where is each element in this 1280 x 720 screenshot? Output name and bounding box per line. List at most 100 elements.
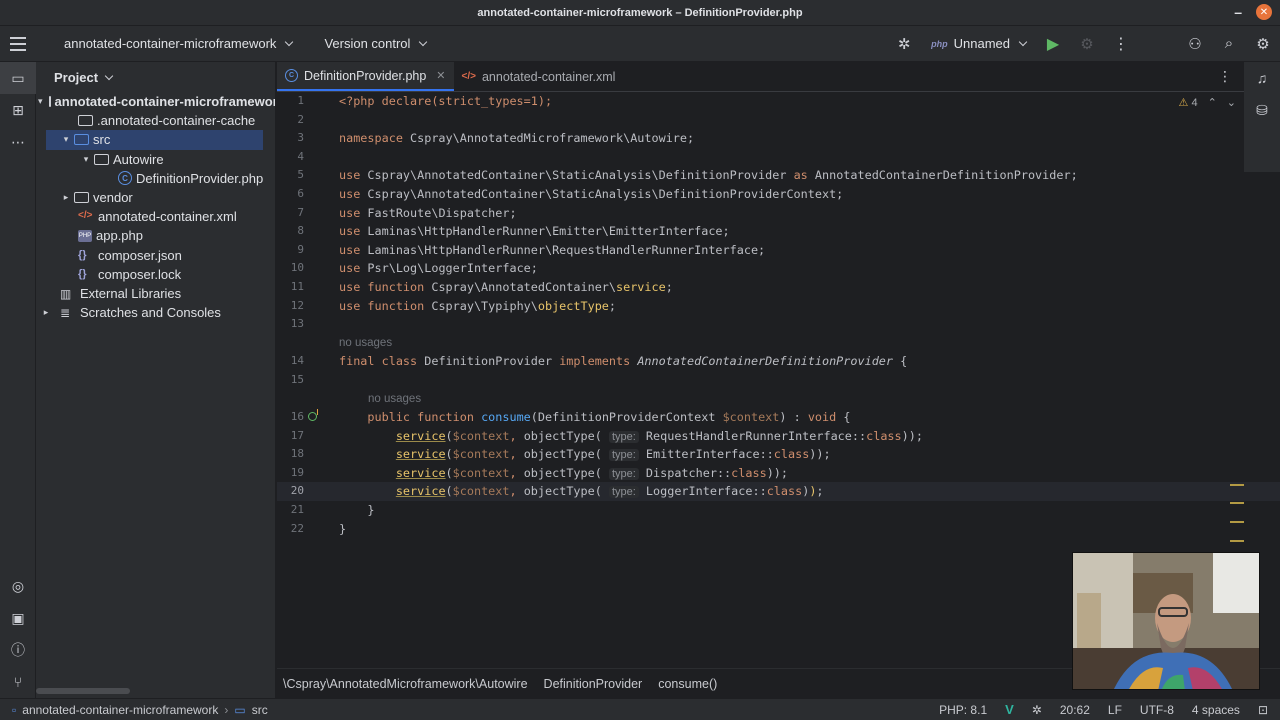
vim-logo-icon[interactable]: V: [1005, 702, 1014, 717]
breadcrumb-namespace[interactable]: \Cspray\AnnotatedMicroframework\Autowire: [283, 677, 528, 691]
php-class-icon: C: [285, 69, 298, 82]
code-token: $context: [452, 484, 510, 499]
project-folder-icon[interactable]: ▭: [0, 62, 36, 94]
indent-settings[interactable]: 4 spaces: [1192, 703, 1240, 717]
code-token: as: [793, 168, 808, 183]
file-encoding[interactable]: UTF-8: [1140, 703, 1174, 717]
code-text: }: [339, 520, 346, 539]
settings-gear-icon[interactable]: ⚙: [1246, 26, 1280, 62]
scrollbar-marker[interactable]: [1230, 502, 1244, 504]
tab-annotated-container-xml[interactable]: </> annotated-container.xml: [454, 62, 624, 91]
more-actions-icon[interactable]: ⋮: [1104, 26, 1138, 62]
lock-icon[interactable]: ⊡: [1258, 703, 1268, 717]
tree-item-src[interactable]: ▾ src: [46, 130, 263, 150]
project-panel-header[interactable]: Project: [36, 62, 275, 92]
tree-item-project-root[interactable]: ▾ annotated-container-microframework: [36, 92, 275, 111]
code-text: use function Cspray\Typiphy\objectType;: [339, 297, 616, 316]
tree-item-external-libraries[interactable]: ▥ External Libraries: [36, 284, 275, 303]
code-line: 7 use FastRoute\Dispatcher;: [277, 204, 1280, 223]
close-tab-icon[interactable]: ✕: [436, 69, 445, 82]
services-icon[interactable]: ◎: [0, 570, 36, 602]
code-token: use: [339, 224, 361, 239]
tree-item-scratches[interactable]: ▸ ≣ Scratches and Consoles: [36, 303, 275, 322]
tree-item-definition-provider[interactable]: C DefinitionProvider.php: [36, 169, 275, 188]
chevron-down-icon: [1018, 37, 1028, 47]
database-icon[interactable]: ⛁: [1244, 94, 1280, 126]
project-horizontal-scrollbar[interactable]: [36, 688, 130, 694]
folder-icon: [78, 115, 93, 127]
no-usages-hint[interactable]: no usages: [368, 390, 421, 409]
line-separator[interactable]: LF: [1108, 703, 1122, 717]
code-line: 8 use Laminas\HttpHandlerRunner\Emitter\E…: [277, 222, 1280, 241]
line-number: 2: [297, 112, 304, 126]
code-text: }: [339, 501, 374, 520]
git-icon[interactable]: ⑂: [0, 666, 36, 698]
close-window-icon[interactable]: ✕: [1256, 4, 1272, 20]
debug-icon[interactable]: ⚙: [1070, 26, 1104, 62]
tab-definition-provider[interactable]: C DefinitionProvider.php ✕: [277, 62, 454, 91]
status-folder[interactable]: src: [252, 703, 268, 717]
code-lines: 1 <?php declare(strict_types=1); 2 3 names…: [277, 92, 1280, 538]
code-token: {: [836, 410, 851, 425]
line-number: 18: [290, 447, 304, 461]
expand-arrow-icon[interactable]: ▸: [38, 307, 54, 318]
expand-arrow-icon[interactable]: ▾: [58, 134, 74, 145]
code-line: 3 namespace Cspray\AnnotatedMicroframewor…: [277, 129, 1280, 148]
tree-item-cache[interactable]: .annotated-container-cache: [36, 111, 275, 130]
project-switcher[interactable]: annotated-container-microframework: [36, 36, 302, 51]
terminal-icon[interactable]: ▣: [0, 602, 36, 634]
breadcrumb-class[interactable]: DefinitionProvider: [544, 677, 643, 691]
project-panel: Project ▾ annotated-container-microframe…: [36, 62, 276, 698]
git-widget-icon[interactable]: ✲: [1032, 703, 1042, 717]
structure-icon[interactable]: ⊞: [0, 94, 36, 126]
tabs-menu-icon[interactable]: ⋮: [1218, 68, 1232, 85]
line-number: 6: [297, 186, 304, 200]
tree-item-label: composer.lock: [98, 266, 182, 282]
search-icon[interactable]: ⌕: [1212, 26, 1246, 62]
chevron-down-icon: [285, 37, 294, 47]
chevron-down-icon: [419, 37, 428, 47]
php-class-icon: C: [118, 171, 132, 186]
line-number: 12: [290, 298, 304, 312]
run-config-selector[interactable]: php Unnamed: [921, 36, 1036, 51]
php-version[interactable]: PHP: 8.1: [939, 703, 987, 717]
add-user-icon[interactable]: ⚇: [1178, 26, 1212, 62]
code-token: Dispatcher: [645, 465, 717, 480]
vcs-label: Version control: [324, 36, 411, 51]
vcs-widget[interactable]: Version control: [302, 36, 436, 51]
scrollbar-marker[interactable]: [1230, 484, 1244, 486]
main-menu-icon[interactable]: [0, 26, 36, 62]
tree-item-vendor[interactable]: ▸ vendor: [36, 188, 275, 207]
code-line: 1 <?php declare(strict_types=1);: [277, 92, 1280, 111]
problems-icon[interactable]: ⓘ: [0, 634, 36, 666]
code-token: Cspray\AnnotatedMicroframework\Autowire;: [402, 131, 695, 146]
tree-item-composer-json[interactable]: {} composer.json: [36, 246, 275, 265]
minimize-icon[interactable]: –: [1234, 5, 1242, 19]
scrollbar-marker[interactable]: [1230, 540, 1244, 542]
project-tree: ▾ annotated-container-microframework .an…: [36, 92, 275, 322]
tree-item-autowire[interactable]: ▾ Autowire: [36, 150, 275, 169]
tree-item-xml[interactable]: </> annotated-container.xml: [36, 207, 275, 226]
expand-arrow-icon[interactable]: ▾: [38, 96, 43, 107]
code-token: consume: [473, 410, 531, 425]
expand-arrow-icon[interactable]: ▸: [58, 192, 74, 203]
cursor-position[interactable]: 20:62: [1060, 703, 1090, 717]
breadcrumb-method[interactable]: consume(): [658, 677, 717, 691]
code-token: service: [395, 447, 446, 462]
notifications-bell-icon[interactable]: ♫: [1244, 62, 1280, 94]
usage-hint-line: no usages: [277, 334, 1280, 353]
tree-item-composer-lock[interactable]: {} composer.lock: [36, 265, 275, 284]
tree-item-label: Scratches and Consoles: [80, 305, 221, 321]
more-tools-icon[interactable]: ⋯: [0, 126, 36, 158]
scrollbar-marker[interactable]: [1230, 521, 1244, 523]
tree-item-label: app.php: [96, 228, 143, 244]
implements-method-icon[interactable]: [308, 409, 318, 422]
code-line-current: 20 service($context, objectType( type: L…: [277, 482, 1280, 502]
status-project[interactable]: annotated-container-microframework: [22, 703, 218, 717]
no-usages-hint[interactable]: no usages: [339, 334, 392, 353]
type-inlay-hint: type:: [608, 430, 639, 443]
run-icon[interactable]: ▶: [1036, 26, 1070, 62]
tree-item-app-php[interactable]: PHP app.php: [36, 226, 275, 245]
expand-arrow-icon[interactable]: ▾: [78, 154, 94, 165]
debug-bug-icon[interactable]: ✲: [887, 26, 921, 62]
